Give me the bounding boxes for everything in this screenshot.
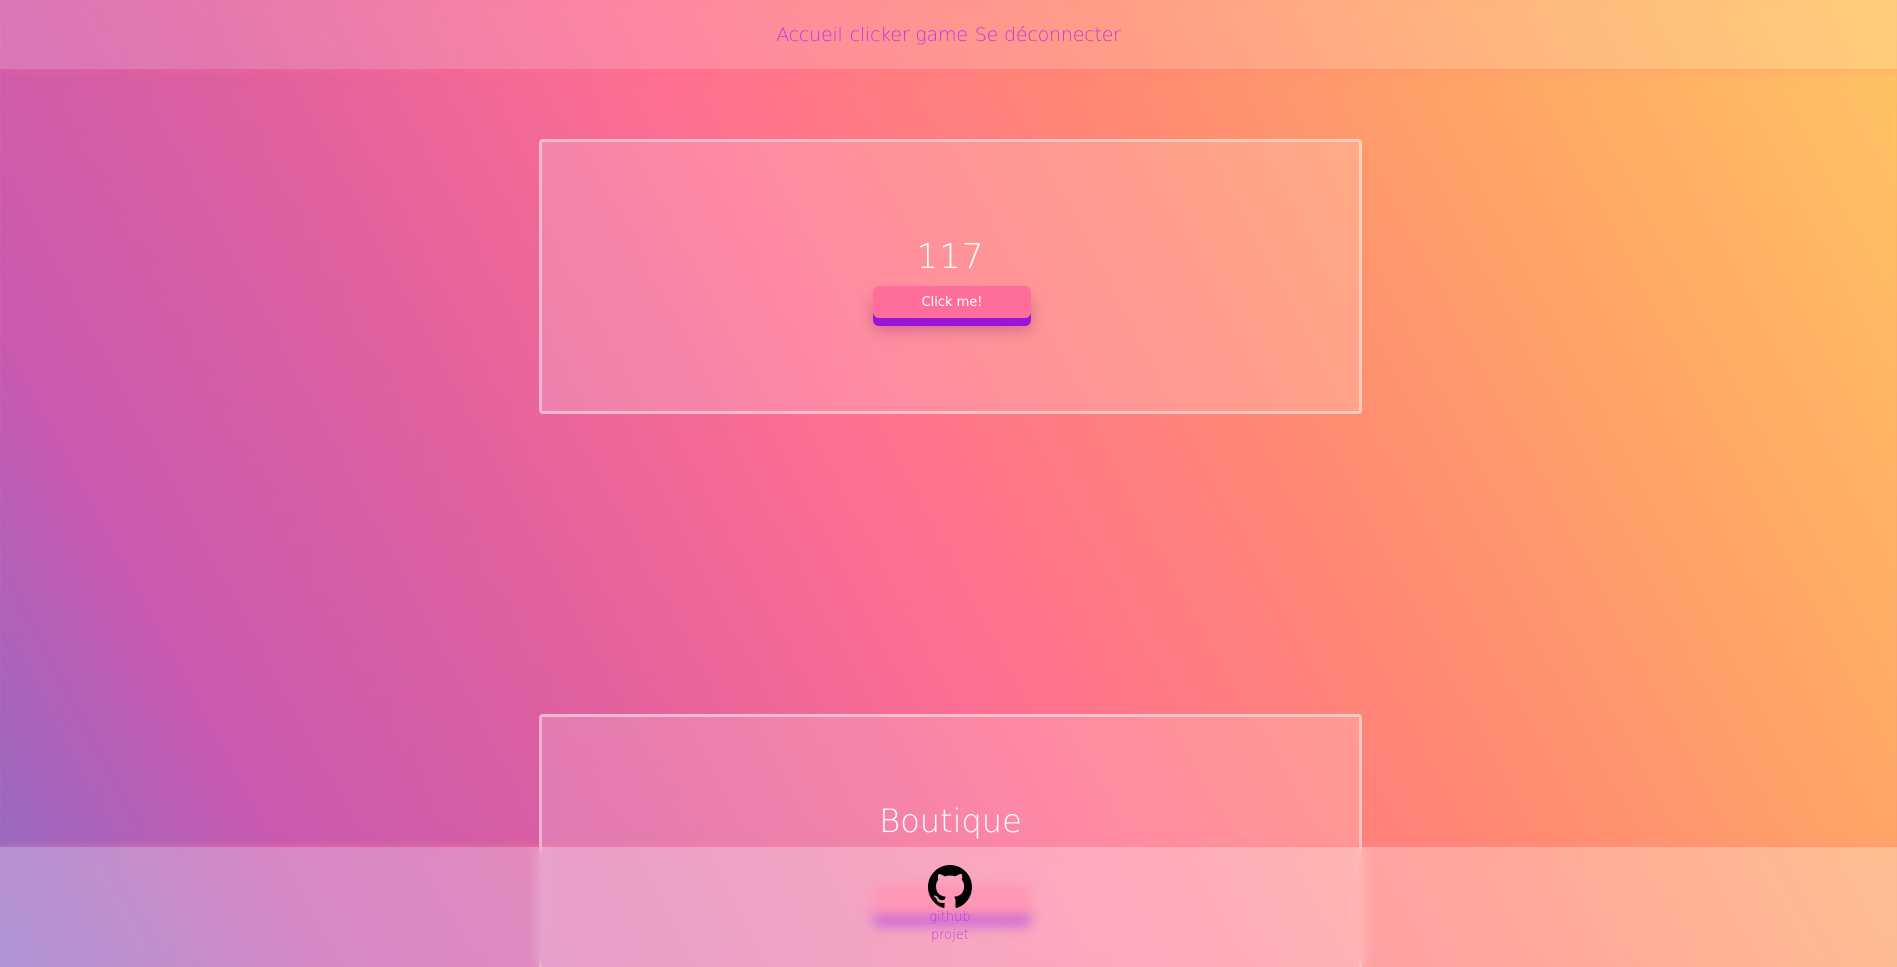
click-me-button[interactable]: Click me! [873,286,1031,318]
github-icon [928,865,972,908]
footer: github projet [0,847,1897,967]
click-counter: 117 [916,237,985,277]
nav-link-clicker-game[interactable]: clicker game [850,24,968,46]
top-navbar: Accueil clicker game Se déconnecter [0,0,1897,69]
github-project-link[interactable]: github projet [920,865,980,945]
nav-link-logout[interactable]: Se déconnecter [975,24,1121,46]
nav-link-home[interactable]: Accueil [776,24,843,46]
shop-title: Boutique [879,802,1022,840]
github-label-line2: projet [931,928,969,943]
github-label-line1: github [929,910,971,925]
clicker-card: 117 Click me! [539,139,1362,414]
